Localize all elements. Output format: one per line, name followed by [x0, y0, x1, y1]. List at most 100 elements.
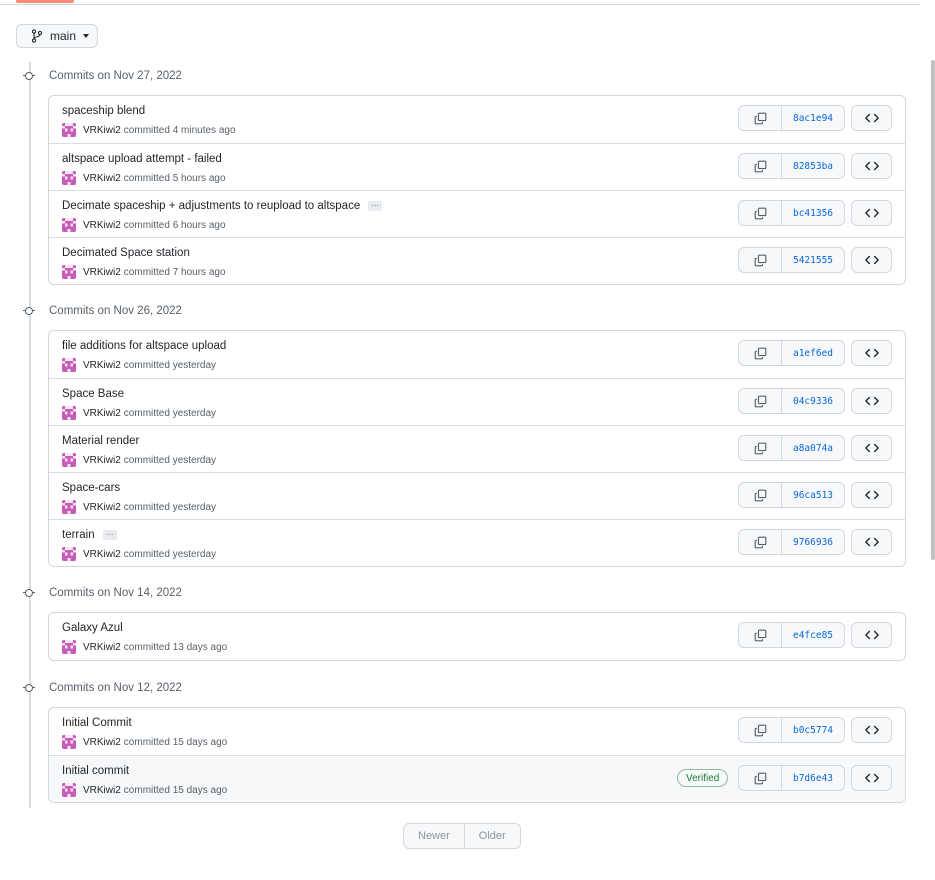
- newer-button[interactable]: Newer: [404, 824, 464, 848]
- verified-badge[interactable]: Verified: [677, 769, 729, 787]
- commit-message-link[interactable]: file additions for altspace upload: [62, 340, 226, 352]
- copy-sha-button[interactable]: [739, 248, 782, 272]
- copy-sha-button[interactable]: [739, 154, 782, 178]
- commit-author-link[interactable]: VRKiwi2: [83, 455, 121, 466]
- code-icon: [864, 773, 879, 783]
- expand-message-button[interactable]: …: [368, 200, 383, 211]
- commit-author-link[interactable]: VRKiwi2: [83, 785, 121, 796]
- commit-time: committed 5 hours ago: [123, 172, 226, 184]
- browse-repository-button[interactable]: [851, 717, 892, 743]
- avatar[interactable]: [62, 453, 76, 467]
- commit-list: Galaxy Azul VRKiwi2 committed 13 days ago e…: [48, 612, 906, 661]
- commit-author-link[interactable]: VRKiwi2: [83, 220, 121, 231]
- browse-repository-button[interactable]: [851, 105, 892, 131]
- copy-sha-button[interactable]: [739, 766, 782, 790]
- commit-group-header: Commits on Nov 14, 2022: [23, 585, 182, 601]
- commit-row: terrain … VRKiwi2 committed yesterday 976693…: [49, 519, 905, 566]
- avatar[interactable]: [62, 735, 76, 749]
- avatar[interactable]: [62, 123, 76, 137]
- commit-sha-link[interactable]: 8ac1e94: [782, 106, 844, 130]
- commit-author-link[interactable]: VRKiwi2: [83, 125, 121, 136]
- copy-sha-button[interactable]: [739, 389, 782, 413]
- copy-sha-button[interactable]: [739, 718, 782, 742]
- avatar[interactable]: [62, 547, 76, 561]
- avatar[interactable]: [62, 406, 76, 420]
- sha-button-group: 8ac1e94: [738, 105, 845, 131]
- commit-sha-link[interactable]: 5421555: [782, 248, 844, 272]
- code-icon: [864, 490, 879, 500]
- commit-row: file additions for altspace upload VRKiwi…: [49, 331, 905, 378]
- copy-sha-button[interactable]: [739, 201, 782, 225]
- sha-button-group: 04c9336: [738, 388, 845, 414]
- browse-repository-button[interactable]: [851, 765, 892, 791]
- commit-message-link[interactable]: Initial commit: [62, 765, 129, 777]
- commit-sha-link[interactable]: 04c9336: [782, 389, 844, 413]
- browse-repository-button[interactable]: [851, 200, 892, 226]
- copy-sha-button[interactable]: [739, 106, 782, 130]
- commit-row: Decimated Space station VRKiwi2 committed …: [49, 237, 905, 284]
- browse-repository-button[interactable]: [851, 529, 892, 555]
- commit-time: committed yesterday: [123, 501, 217, 513]
- commit-author-link[interactable]: VRKiwi2: [83, 360, 121, 371]
- browse-repository-button[interactable]: [851, 435, 892, 461]
- commit-author-link[interactable]: VRKiwi2: [83, 737, 121, 748]
- commit-message-link[interactable]: Space-cars: [62, 482, 120, 494]
- commit-group-header: Commits on Nov 12, 2022: [23, 680, 182, 696]
- browse-repository-button[interactable]: [851, 340, 892, 366]
- commit-author-link[interactable]: VRKiwi2: [83, 267, 121, 278]
- commit-message-link[interactable]: terrain: [62, 529, 95, 541]
- copy-sha-button[interactable]: [739, 623, 782, 647]
- commit-sha-link[interactable]: 9766936: [782, 530, 844, 554]
- commit-author-link[interactable]: VRKiwi2: [83, 173, 121, 184]
- commit-message-link[interactable]: Decimate spaceship + adjustments to reup…: [62, 200, 360, 212]
- commit-author-link[interactable]: VRKiwi2: [83, 408, 121, 419]
- browse-repository-button[interactable]: [851, 247, 892, 273]
- commit-sha-link[interactable]: a8a074a: [782, 436, 844, 460]
- browse-repository-button[interactable]: [851, 482, 892, 508]
- branch-name: main: [50, 29, 77, 43]
- commit-sha-link[interactable]: 82853ba: [782, 154, 844, 178]
- commit-sha-link[interactable]: b7d6e43: [782, 766, 844, 790]
- commit-meta: VRKiwi2 committed 6 hours ago: [62, 218, 226, 232]
- copy-sha-button[interactable]: [739, 341, 782, 365]
- expand-message-button[interactable]: …: [102, 529, 117, 540]
- page-scrollbar[interactable]: [931, 60, 935, 560]
- copy-sha-button[interactable]: [739, 436, 782, 460]
- avatar[interactable]: [62, 358, 76, 372]
- avatar[interactable]: [62, 171, 76, 185]
- commit-author-link[interactable]: VRKiwi2: [83, 502, 121, 513]
- commit-message-link[interactable]: spaceship blend: [62, 105, 145, 117]
- avatar[interactable]: [62, 783, 76, 797]
- browse-repository-button[interactable]: [851, 388, 892, 414]
- commit-meta: VRKiwi2 committed yesterday: [62, 406, 216, 420]
- commit-message-link[interactable]: Space Base: [62, 388, 124, 400]
- avatar[interactable]: [62, 500, 76, 514]
- commit-sha-link[interactable]: bc41356: [782, 201, 844, 225]
- commit-message-link[interactable]: altspace upload attempt - failed: [62, 153, 222, 165]
- copy-sha-button[interactable]: [739, 530, 782, 554]
- older-button[interactable]: Older: [463, 824, 520, 848]
- commit-message-link[interactable]: Galaxy Azul: [62, 622, 123, 634]
- commit-author-link[interactable]: VRKiwi2: [83, 642, 121, 653]
- copy-icon: [754, 772, 766, 784]
- commit-sha-link[interactable]: 96ca513: [782, 483, 844, 507]
- copy-sha-button[interactable]: [739, 483, 782, 507]
- browse-repository-button[interactable]: [851, 153, 892, 179]
- browse-repository-button[interactable]: [851, 622, 892, 648]
- avatar[interactable]: [62, 218, 76, 232]
- avatar[interactable]: [62, 265, 76, 279]
- commit-sha-link[interactable]: e4fce85: [782, 623, 844, 647]
- branch-selector-button[interactable]: main: [16, 24, 98, 48]
- commit-author-link[interactable]: VRKiwi2: [83, 549, 121, 560]
- commit-message-link[interactable]: Material render: [62, 435, 139, 447]
- commit-sha-link[interactable]: b0c5774: [782, 718, 844, 742]
- caret-down-icon: [83, 34, 90, 38]
- copy-icon: [754, 489, 766, 501]
- commit-message-link[interactable]: Initial Commit: [62, 717, 132, 729]
- code-icon: [864, 113, 879, 123]
- commit-meta: VRKiwi2 committed yesterday: [62, 453, 216, 467]
- sha-button-group: b0c5774: [738, 717, 845, 743]
- commit-message-link[interactable]: Decimated Space station: [62, 247, 190, 259]
- avatar[interactable]: [62, 640, 76, 654]
- commit-sha-link[interactable]: a1ef6ed: [782, 341, 844, 365]
